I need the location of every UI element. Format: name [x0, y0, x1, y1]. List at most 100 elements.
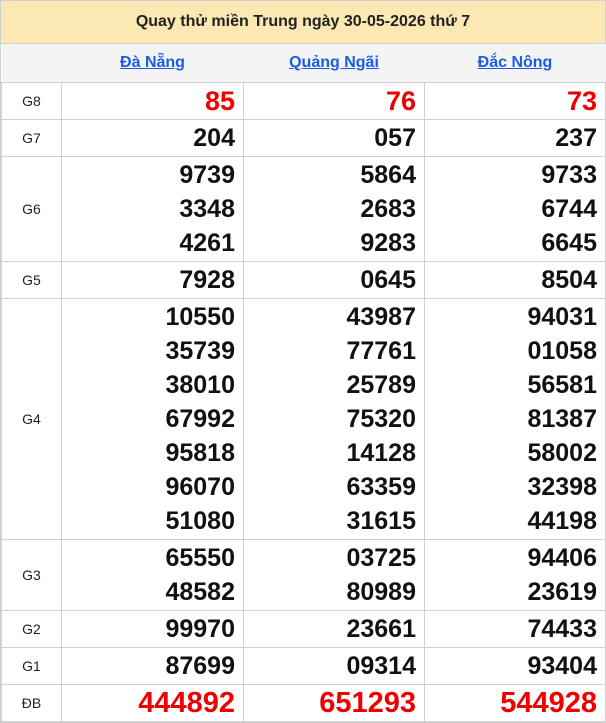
prize-number: 58002: [527, 439, 597, 467]
prize-number: 32398: [527, 473, 597, 501]
prize-number: 76: [385, 86, 416, 116]
prize-number: 48582: [165, 578, 235, 606]
prize-number: 01058: [527, 337, 597, 365]
prize-number: 9283: [360, 229, 416, 257]
prize-row: G6 9739 3348 4261 5864 2683 9283 9733 6744 6645: [1, 156, 606, 262]
prize-number: 80989: [346, 578, 416, 606]
prize-label: G4: [1, 298, 62, 540]
prize-number: 5864: [360, 161, 416, 189]
prize-row: ĐB 444892 651293 544928: [1, 684, 606, 722]
prize-cell: 23661: [243, 610, 425, 648]
prize-cell: 43987 77761 25789 75320 14128 63359 31615: [243, 298, 425, 540]
prize-cell: 5864 2683 9283: [243, 156, 425, 262]
prize-cell: 444892: [61, 684, 244, 722]
prize-number: 31615: [346, 507, 416, 535]
prize-number: 94406: [527, 544, 597, 572]
prize-cell: 94406 23619: [424, 539, 606, 611]
province-header: Quảng Ngãi: [243, 44, 425, 83]
prize-number: 9739: [179, 161, 235, 189]
page-title: Quay thử miền Trung ngày 30-05-2026 thứ …: [1, 1, 605, 44]
prize-number: 74433: [527, 615, 597, 643]
prize-cell: 204: [61, 119, 244, 157]
prize-cell: 9739 3348 4261: [61, 156, 244, 262]
province-header: Đà Nẵng: [61, 44, 244, 83]
prize-number: 63359: [346, 473, 416, 501]
prize-label: G2: [1, 610, 62, 648]
prize-number: 77761: [346, 337, 416, 365]
prize-cell: 65550 48582: [61, 539, 244, 611]
prize-number: 8504: [541, 266, 597, 294]
prize-label: G6: [1, 156, 62, 262]
province-link-dac-nong[interactable]: Đắc Nông: [478, 54, 553, 71]
prize-label: G7: [1, 119, 62, 157]
prize-row: G1 87699 09314 93404: [1, 647, 606, 685]
prize-cell: 651293: [243, 684, 425, 722]
results-panel: Quay thử miền Trung ngày 30-05-2026 thứ …: [0, 0, 606, 723]
prize-number: 38010: [165, 371, 235, 399]
prize-number: 99970: [165, 615, 235, 643]
prize-number: 81387: [527, 405, 597, 433]
province-link-quang-ngai[interactable]: Quảng Ngãi: [289, 54, 379, 71]
prize-header: [1, 44, 62, 83]
prize-cell: 057: [243, 119, 425, 157]
prize-number: 23661: [346, 615, 416, 643]
prize-number: 56581: [527, 371, 597, 399]
province-header: Đắc Nông: [424, 44, 606, 83]
prize-cell: 9733 6744 6645: [424, 156, 606, 262]
prize-cell: 99970: [61, 610, 244, 648]
prize-cell: 76: [243, 82, 425, 120]
prize-number: 96070: [165, 473, 235, 501]
province-link-da-nang[interactable]: Đà Nẵng: [120, 54, 185, 71]
prize-row: G3 65550 48582 03725 80989 94406 23619: [1, 539, 606, 611]
prize-number: 6645: [541, 229, 597, 257]
prize-cell: 544928: [424, 684, 606, 722]
prize-number: 10550: [165, 303, 235, 331]
prize-number: 444892: [138, 687, 235, 719]
prize-number: 9733: [541, 161, 597, 189]
prize-label: G1: [1, 647, 62, 685]
prize-cell: 237: [424, 119, 606, 157]
prize-cell: 74433: [424, 610, 606, 648]
prize-number: 6744: [541, 195, 597, 223]
prize-label: ĐB: [1, 684, 62, 722]
prize-number: 23619: [527, 578, 597, 606]
prize-number: 4261: [179, 229, 235, 257]
prize-number: 95818: [165, 439, 235, 467]
prize-cell: 03725 80989: [243, 539, 425, 611]
prize-number: 67992: [165, 405, 235, 433]
prize-number: 03725: [346, 544, 416, 572]
prize-cell: 73: [424, 82, 606, 120]
prize-number: 3348: [179, 195, 235, 223]
prize-number: 14128: [346, 439, 416, 467]
prize-row: G7 204 057 237: [1, 119, 606, 157]
prize-number: 25789: [346, 371, 416, 399]
prize-row: G5 7928 0645 8504: [1, 261, 606, 299]
prize-row: G2 99970 23661 74433: [1, 610, 606, 648]
prize-cell: 85: [61, 82, 244, 120]
prize-number: 85: [204, 86, 235, 116]
prize-number: 651293: [319, 687, 416, 719]
prize-number: 93404: [527, 652, 597, 680]
prize-number: 73: [566, 86, 597, 116]
prize-number: 51080: [165, 507, 235, 535]
prize-number: 2683: [360, 195, 416, 223]
prize-number: 7928: [179, 266, 235, 294]
results-table: Đà Nẵng Quảng Ngãi Đắc Nông G8 85 76 73 G7 20…: [1, 44, 606, 722]
prize-number: 057: [374, 124, 416, 152]
prize-row: G8 85 76 73: [1, 82, 606, 120]
prize-number: 237: [555, 124, 597, 152]
prize-cell: 09314: [243, 647, 425, 685]
prize-number: 544928: [500, 687, 597, 719]
prize-number: 65550: [165, 544, 235, 572]
province-header-row: Đà Nẵng Quảng Ngãi Đắc Nông: [1, 44, 606, 83]
prize-cell: 8504: [424, 261, 606, 299]
prize-cell: 87699: [61, 647, 244, 685]
prize-label: G8: [1, 82, 62, 120]
prize-number: 94031: [527, 303, 597, 331]
prize-number: 35739: [165, 337, 235, 365]
prize-number: 44198: [527, 507, 597, 535]
prize-cell: 10550 35739 38010 67992 95818 96070 51080: [61, 298, 244, 540]
prize-label: G5: [1, 261, 62, 299]
prize-cell: 7928: [61, 261, 244, 299]
prize-cell: 93404: [424, 647, 606, 685]
